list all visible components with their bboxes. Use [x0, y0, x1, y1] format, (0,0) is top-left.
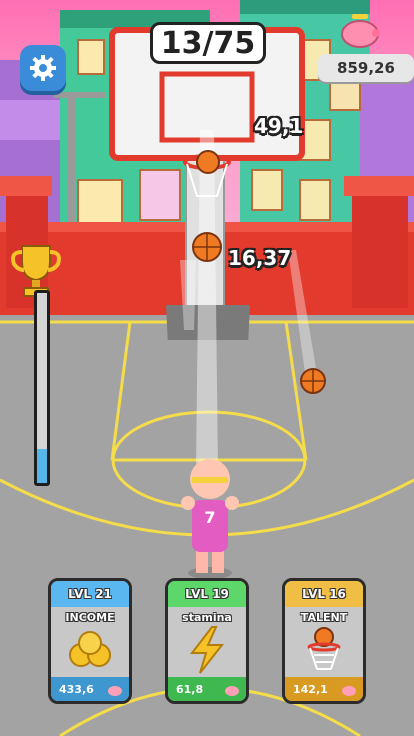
piggy-bank-icon — [225, 686, 239, 696]
money-value: 859,26 — [337, 59, 395, 77]
lightning-icon — [189, 626, 225, 674]
basketball-icon — [196, 150, 220, 174]
card-level: LVL 16 — [285, 581, 363, 607]
money-display: 859,26 — [318, 54, 414, 82]
card-cost-value: 61,8 — [176, 682, 204, 696]
upgrade-card-income[interactable]: LVL 21 INCOME 433,6 — [48, 578, 132, 704]
card-title: TALENT — [300, 611, 348, 624]
power-meter — [34, 290, 50, 486]
basketball-hoop-icon — [307, 627, 341, 670]
piggy-bank-icon — [341, 14, 380, 48]
power-meter-fill — [37, 448, 47, 483]
shot-counter: 13/75 — [150, 22, 266, 64]
coins-icon — [69, 631, 111, 667]
gear-icon — [30, 55, 56, 81]
floating-reward-value: 49,1 — [254, 114, 304, 138]
piggy-bank-icon — [342, 686, 356, 696]
card-level: LVL 21 — [51, 581, 129, 607]
piggy-bank-icon — [108, 686, 122, 696]
upgrade-card-talent[interactable]: LVL 16 TALENT 142,1 — [282, 578, 366, 704]
card-title: stamina — [182, 611, 232, 624]
floating-reward-value: 16,37 — [228, 246, 292, 270]
settings-button[interactable] — [20, 45, 66, 91]
shot-counter-text: 13/75 — [160, 25, 256, 61]
upgrade-card-stamina[interactable]: LVL 19 stamina 61,8 — [165, 578, 249, 704]
card-level: LVL 19 — [168, 581, 246, 607]
basketball-icon — [192, 232, 222, 262]
card-title: INCOME — [65, 611, 115, 624]
card-cost-value: 433,6 — [59, 682, 94, 696]
basketball-icon — [300, 368, 326, 394]
jersey-number: 7 — [204, 508, 216, 527]
card-cost-value: 142,1 — [293, 682, 328, 696]
